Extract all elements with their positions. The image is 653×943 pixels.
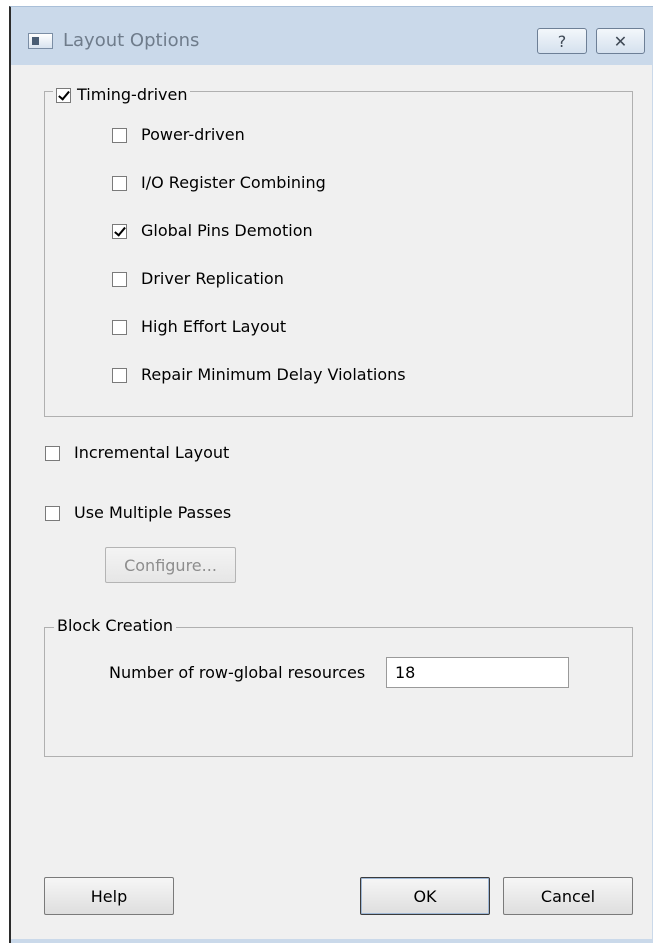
io-register-combining-option[interactable]: I/O Register Combining [112,173,326,193]
timing-driven-checkbox[interactable] [56,87,71,103]
multiple-passes-checkbox[interactable] [45,505,60,521]
power-driven-option[interactable]: Power-driven [112,125,245,145]
io-register-combining-label: I/O Register Combining [141,173,326,192]
configure-button[interactable]: Configure... [105,547,236,583]
timing-driven-label: Timing-driven [77,85,188,104]
help-icon: ? [557,31,567,51]
global-pins-demotion-checkbox[interactable] [112,223,127,239]
io-register-combining-checkbox[interactable] [112,175,127,191]
repair-min-delay-checkbox[interactable] [112,367,127,383]
title-bar[interactable]: Layout Options ? ✕ [11,7,653,65]
incremental-layout-label: Incremental Layout [74,443,230,462]
power-driven-label: Power-driven [141,125,245,144]
ok-button[interactable]: OK [360,877,490,915]
incremental-layout-checkbox[interactable] [45,445,60,461]
repair-min-delay-label: Repair Minimum Delay Violations [141,365,406,384]
block-creation-legend: Block Creation [54,616,177,636]
timing-driven-checkbox-row[interactable]: Timing-driven [53,85,191,105]
high-effort-layout-checkbox[interactable] [112,319,127,335]
high-effort-layout-option[interactable]: High Effort Layout [112,317,286,337]
dialog-client-area: Timing-driven Power-driven I/O Register … [11,65,652,939]
block-creation-group [44,627,633,757]
row-global-resources-input[interactable]: 18 [386,657,569,688]
multiple-passes-option[interactable]: Use Multiple Passes [45,503,231,523]
multiple-passes-label: Use Multiple Passes [74,503,232,522]
high-effort-layout-label: High Effort Layout [141,317,287,336]
driver-replication-label: Driver Replication [141,269,284,288]
row-global-resources-label: Number of row-global resources [109,663,366,682]
window-app-icon [28,33,53,49]
window-title: Layout Options [63,30,200,51]
title-help-button[interactable]: ? [537,28,587,54]
global-pins-demotion-option[interactable]: Global Pins Demotion [112,221,313,241]
global-pins-demotion-label: Global Pins Demotion [141,221,313,240]
repair-min-delay-option[interactable]: Repair Minimum Delay Violations [112,365,406,385]
incremental-layout-option[interactable]: Incremental Layout [45,443,229,463]
layout-options-dialog: Layout Options ? ✕ Timing-driven Power-d… [9,6,653,943]
title-close-button[interactable]: ✕ [596,28,645,54]
driver-replication-option[interactable]: Driver Replication [112,269,284,289]
close-icon: ✕ [613,31,628,51]
driver-replication-checkbox[interactable] [112,271,127,287]
power-driven-checkbox[interactable] [112,127,127,143]
cancel-button[interactable]: Cancel [503,877,633,915]
help-button[interactable]: Help [44,877,174,915]
